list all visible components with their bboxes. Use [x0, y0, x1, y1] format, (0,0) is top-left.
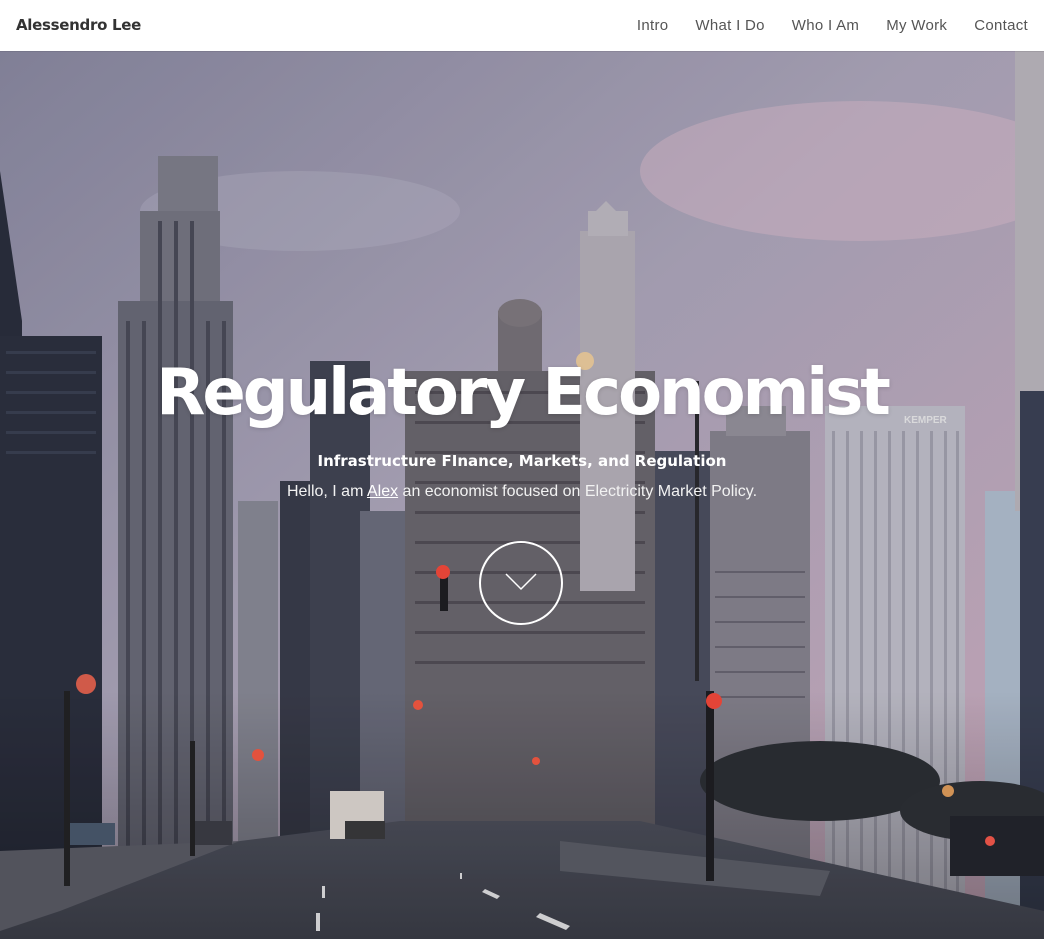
brand-logo-link[interactable]: Alessendro Lee: [16, 16, 141, 34]
chevron-down-icon: [505, 573, 537, 591]
nav-link-contact[interactable]: Contact: [974, 17, 1028, 34]
scroll-down-button[interactable]: [479, 541, 563, 625]
intro-suffix: an economist focused on Electricity Mark…: [398, 483, 758, 500]
hero-intro-text: Hello, I am Alex an economist focused on…: [0, 483, 1044, 501]
nav-link-my-work[interactable]: My Work: [886, 17, 947, 34]
nav-link-intro[interactable]: Intro: [637, 17, 669, 34]
main-nav: Intro What I Do Who I Am My Work Contact: [610, 17, 1028, 34]
intro-name-link[interactable]: Alex: [367, 483, 398, 500]
hero-subtitle: Infrastructure FInance, Markets, and Reg…: [317, 452, 727, 470]
nav-link-what-i-do[interactable]: What I Do: [695, 17, 764, 34]
hero-section: KEMPER Regulatory Economist Infrastructu…: [0, 51, 1044, 939]
hero-title: Regulatory Economist: [156, 356, 891, 430]
nav-link-who-i-am[interactable]: Who I Am: [792, 17, 859, 34]
intro-prefix: Hello, I am: [286, 483, 367, 500]
hero-content: Regulatory Economist Infrastructure FIna…: [0, 51, 1044, 939]
top-navbar: Alessendro Lee Intro What I Do Who I Am …: [0, 0, 1044, 51]
